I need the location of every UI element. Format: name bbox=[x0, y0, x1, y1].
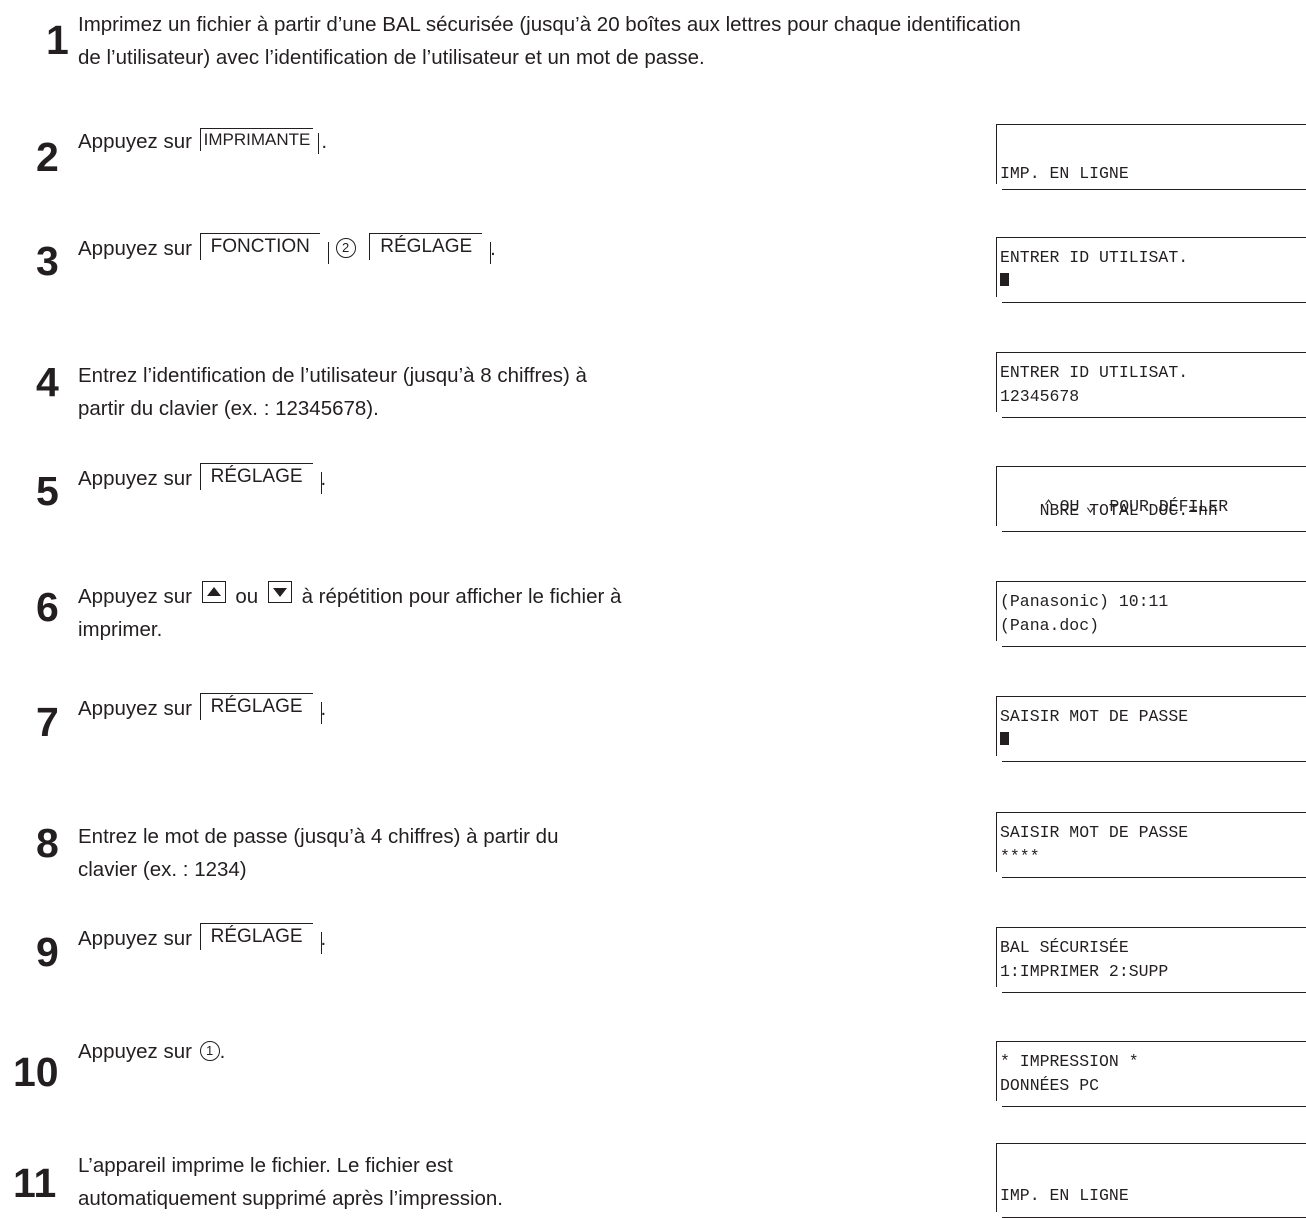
step-rest: à répétition pour afficher le fichier à bbox=[301, 585, 622, 608]
step-prefix: Appuyez sur bbox=[78, 927, 192, 950]
step-text: Appuyez sur IMPRIMANTE. bbox=[78, 125, 327, 158]
lcd-line: DONNÉES PC bbox=[1000, 1076, 1100, 1095]
step-prefix: Appuyez sur bbox=[78, 237, 192, 260]
reglage-key: RÉGLAGE bbox=[369, 233, 492, 264]
lcd-display: SAISIR MOT DE PASSE bbox=[996, 696, 1306, 762]
lcd-line: ENTRER ID UTILISAT. bbox=[1000, 248, 1189, 267]
step-text: Appuyez sur 1. bbox=[78, 1035, 225, 1068]
step-number: 9 bbox=[36, 929, 59, 975]
lcd-line: SAISIR MOT DE PASSE bbox=[1000, 823, 1189, 842]
lcd-display: SAISIR MOT DE PASSE **** bbox=[996, 812, 1306, 878]
step-number: 6 bbox=[36, 584, 59, 630]
lcd-line: (Panasonic) 10:11 bbox=[1000, 592, 1169, 611]
lcd-line: * IMPRESSION * bbox=[1000, 1052, 1139, 1071]
lcd-line: (Pana.doc) bbox=[1000, 616, 1100, 635]
lcd-line: IMP. EN LIGNE bbox=[1000, 164, 1129, 183]
step-text: Appuyez sur RÉGLAGE. bbox=[78, 922, 326, 955]
step-number: 10 bbox=[13, 1049, 59, 1095]
step-text-line: L’appareil imprime le fichier. Le fichie… bbox=[78, 1154, 453, 1177]
step-text-line: partir du clavier (ex. : 12345678). bbox=[78, 397, 379, 420]
reglage-key: RÉGLAGE bbox=[199, 693, 322, 724]
step-text-line: imprimer. bbox=[78, 618, 163, 641]
step-text-line: automatiquement supprimé après l’impress… bbox=[78, 1187, 504, 1210]
step-text: Appuyez sur RÉGLAGE. bbox=[78, 462, 326, 495]
step-prefix: Appuyez sur bbox=[78, 697, 192, 720]
step-text-line: Entrez le mot de passe (jusqu’à 4 chiffr… bbox=[78, 825, 559, 848]
lcd-line: 12345678 bbox=[1000, 387, 1080, 406]
step-text: Entrez l’identification de l’utilisateur… bbox=[78, 359, 587, 425]
lcd-line: 1:IMPRIMER 2:SUPP bbox=[1000, 962, 1169, 981]
down-arrow-key-icon bbox=[267, 581, 292, 603]
step-text-line: Imprimez un fichier à partir d’une BAL s… bbox=[78, 13, 1021, 36]
step-number: 11 bbox=[13, 1160, 57, 1206]
lcd-display: ENTRER ID UTILISAT. bbox=[996, 237, 1306, 303]
lcd-display: * IMPRESSION * DONNÉES PC bbox=[996, 1041, 1306, 1107]
lcd-line: NBRE TOTAL DOC.=nn bbox=[1000, 501, 1218, 520]
digit-1-key: 1 bbox=[199, 1041, 220, 1061]
step-prefix: Appuyez sur bbox=[78, 585, 192, 608]
step-number: 1 bbox=[46, 17, 69, 63]
imprimante-key: IMPRIMANTE bbox=[199, 128, 320, 154]
step-text-line: Entrez l’identification de l’utilisateur… bbox=[78, 364, 587, 387]
reglage-key: RÉGLAGE bbox=[199, 923, 322, 954]
lcd-line: SAISIR MOT DE PASSE bbox=[1000, 707, 1189, 726]
step-prefix: Appuyez sur bbox=[78, 1040, 192, 1063]
lcd-display: BAL SÉCURISÉE 1:IMPRIMER 2:SUPP bbox=[996, 927, 1306, 993]
lcd-display: (Panasonic) 10:11 (Pana.doc) bbox=[996, 581, 1306, 647]
lcd-line: ENTRER ID UTILISAT. bbox=[1000, 363, 1189, 382]
fonction-key: FONCTION bbox=[199, 233, 330, 264]
step-or: ou bbox=[235, 585, 259, 608]
lcd-cursor bbox=[1000, 272, 1009, 291]
step-prefix: Appuyez sur bbox=[78, 467, 192, 490]
step-text-line: de l’utilisateur) avec l’identification … bbox=[78, 46, 705, 69]
step-text: Appuyez sur FONCTION 2 RÉGLAGE. bbox=[78, 232, 496, 265]
lcd-line: BAL SÉCURISÉE bbox=[1000, 938, 1129, 957]
cursor-block-icon bbox=[1000, 732, 1009, 745]
step-number: 8 bbox=[36, 820, 59, 866]
lcd-line: **** bbox=[1000, 847, 1040, 866]
step-number: 5 bbox=[36, 468, 59, 514]
step-suffix: . bbox=[321, 130, 328, 153]
up-arrow-key-icon bbox=[201, 581, 226, 603]
lcd-display: IMP. EN LIGNE bbox=[996, 1143, 1306, 1218]
step-number: 7 bbox=[36, 699, 59, 745]
step-text-line: clavier (ex. : 1234) bbox=[78, 858, 247, 881]
reglage-key: RÉGLAGE bbox=[199, 463, 322, 494]
step-number: 4 bbox=[36, 359, 59, 405]
lcd-cursor bbox=[1000, 731, 1009, 750]
step-prefix: Appuyez sur bbox=[78, 130, 192, 153]
step-text: Imprimez un fichier à partir d’une BAL s… bbox=[78, 8, 1021, 74]
step-text: L’appareil imprime le fichier. Le fichie… bbox=[78, 1149, 503, 1215]
step-text: Appuyez sur ou à répétition pour affiche… bbox=[78, 580, 621, 646]
step-text: Appuyez sur RÉGLAGE. bbox=[78, 692, 326, 725]
step-number: 3 bbox=[36, 238, 59, 284]
lcd-display: ENTRER ID UTILISAT. 12345678 bbox=[996, 352, 1306, 418]
cursor-block-icon bbox=[1000, 273, 1009, 286]
digit-2-key: 2 bbox=[335, 238, 356, 258]
step-text: Entrez le mot de passe (jusqu’à 4 chiffr… bbox=[78, 820, 558, 886]
lcd-line: IMP. EN LIGNE bbox=[1000, 1186, 1129, 1205]
lcd-display: ⌃ OU ⌄ POUR DÉFILER NBRE TOTAL DOC.=nn bbox=[996, 466, 1306, 532]
step-suffix: . bbox=[219, 1040, 226, 1063]
lcd-display: IMP. EN LIGNE bbox=[996, 124, 1306, 190]
step-number: 2 bbox=[36, 134, 59, 180]
